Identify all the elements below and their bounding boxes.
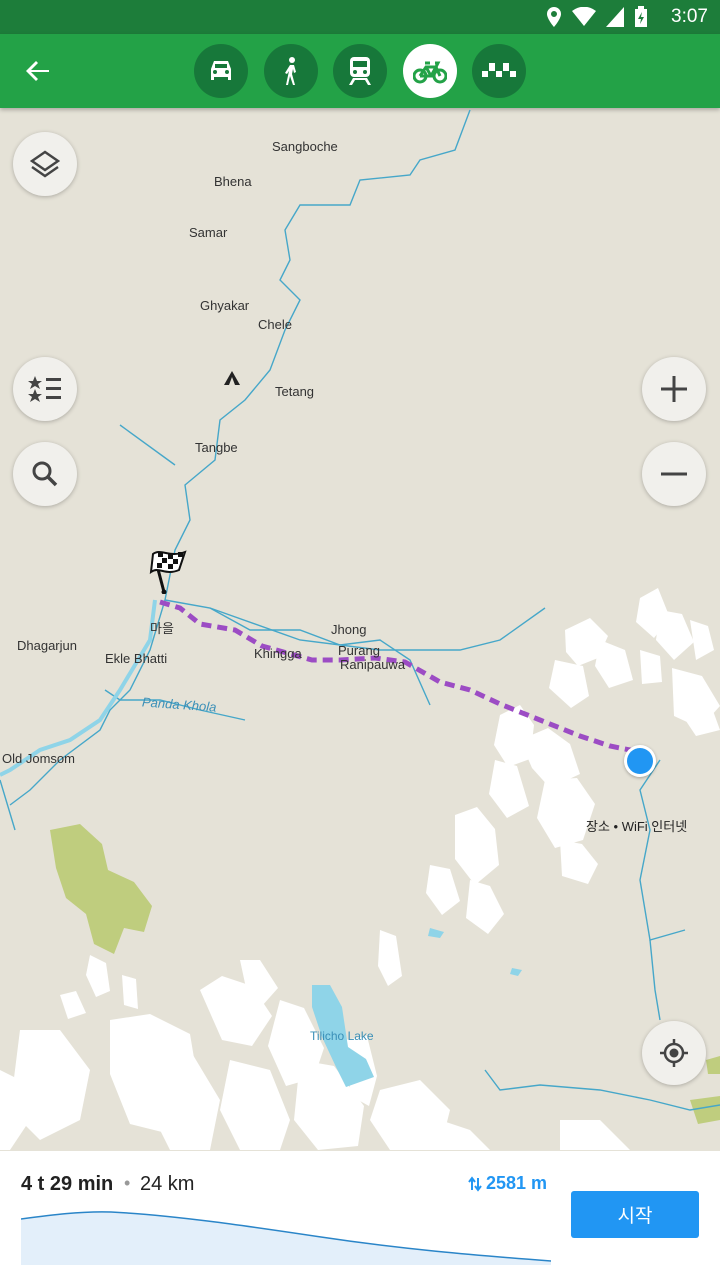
elevation-arrows-icon (468, 1175, 482, 1192)
back-button[interactable] (18, 51, 58, 91)
map-label-bhena: Bhena (214, 174, 252, 189)
my-location-button[interactable] (642, 1021, 706, 1085)
campsite-icon (224, 371, 240, 385)
route-summary-panel: 4 t 29 min • 24 km 2581 m 시작 (0, 1151, 720, 1279)
mode-car-button[interactable] (194, 44, 248, 98)
destination-flag-icon[interactable] (148, 548, 190, 594)
battery-icon (635, 6, 647, 27)
map-label-tetang: Tetang (275, 384, 315, 399)
map-label-tangbe: Tangbe (195, 440, 238, 455)
route-elevation: 2581 m (468, 1173, 547, 1194)
elevation-profile-chart (21, 1211, 551, 1265)
layers-icon (30, 150, 60, 178)
car-icon (211, 61, 231, 80)
map-label-khingga: Khingga (254, 646, 302, 661)
train-icon (349, 57, 371, 85)
map-label-maeul: 마을 (150, 621, 174, 636)
forest-area (50, 824, 152, 954)
status-bar: 3:07 (0, 0, 720, 34)
crosshair-icon (660, 1039, 688, 1067)
mode-walk-button[interactable] (264, 44, 318, 98)
status-time: 3:07 (671, 6, 708, 27)
map-label-old-jomsom: Old Jomsom (2, 751, 75, 766)
route-distance: 24 km (140, 1173, 195, 1195)
map-label-purang: Purang (338, 643, 380, 658)
map-label-ranipauwa: Ranipauwa (340, 657, 406, 672)
status-icons (546, 5, 648, 29)
mode-bike-button[interactable] (403, 44, 457, 98)
map-label-current-place: 장소 • WiFi 인터넷 (586, 819, 688, 834)
start-navigation-button[interactable]: 시작 (571, 1191, 699, 1238)
walk-icon (285, 57, 296, 85)
layers-button[interactable] (13, 132, 77, 196)
current-location-marker (624, 745, 656, 777)
map-label-dhagarjun: Dhagarjun (17, 638, 77, 653)
zoom-out-button[interactable] (642, 442, 706, 506)
search-icon (32, 461, 58, 487)
route-duration: 4 t 29 min (21, 1173, 114, 1195)
map-view[interactable]: Sangboche Bhena Samar Ghyakar Chele Teta… (0, 108, 720, 1151)
zoom-in-button[interactable] (642, 357, 706, 421)
map-label-ekle-bhatti: Ekle Bhatti (105, 651, 168, 666)
mode-taxi-button[interactable] (472, 44, 526, 98)
map-label-ghyakar: Ghyakar (200, 298, 250, 313)
route-elevation-value: 2581 m (486, 1173, 548, 1193)
location-icon (547, 7, 561, 27)
mode-transit-button[interactable] (333, 44, 387, 98)
transport-toolbar (0, 34, 720, 108)
signal-icon (606, 7, 624, 27)
map-label-sangboche: Sangboche (272, 139, 338, 154)
bicycle-icon (413, 61, 447, 84)
map-label-jhong: Jhong (331, 622, 367, 637)
bookmarks-button[interactable] (13, 357, 77, 421)
rivers (0, 109, 720, 1111)
starred-list-icon (28, 376, 61, 402)
map-label-tilicho-lake: Tilicho Lake (310, 1029, 374, 1043)
taxi-icon (482, 63, 516, 77)
route-separator: • (124, 1173, 131, 1193)
plus-icon (661, 376, 687, 402)
wifi-icon (572, 7, 596, 26)
map-label-chele: Chele (258, 317, 292, 332)
back-arrow-icon (26, 61, 49, 81)
minus-icon (661, 472, 687, 476)
map-label-samar: Samar (189, 225, 228, 240)
search-button[interactable] (13, 442, 77, 506)
